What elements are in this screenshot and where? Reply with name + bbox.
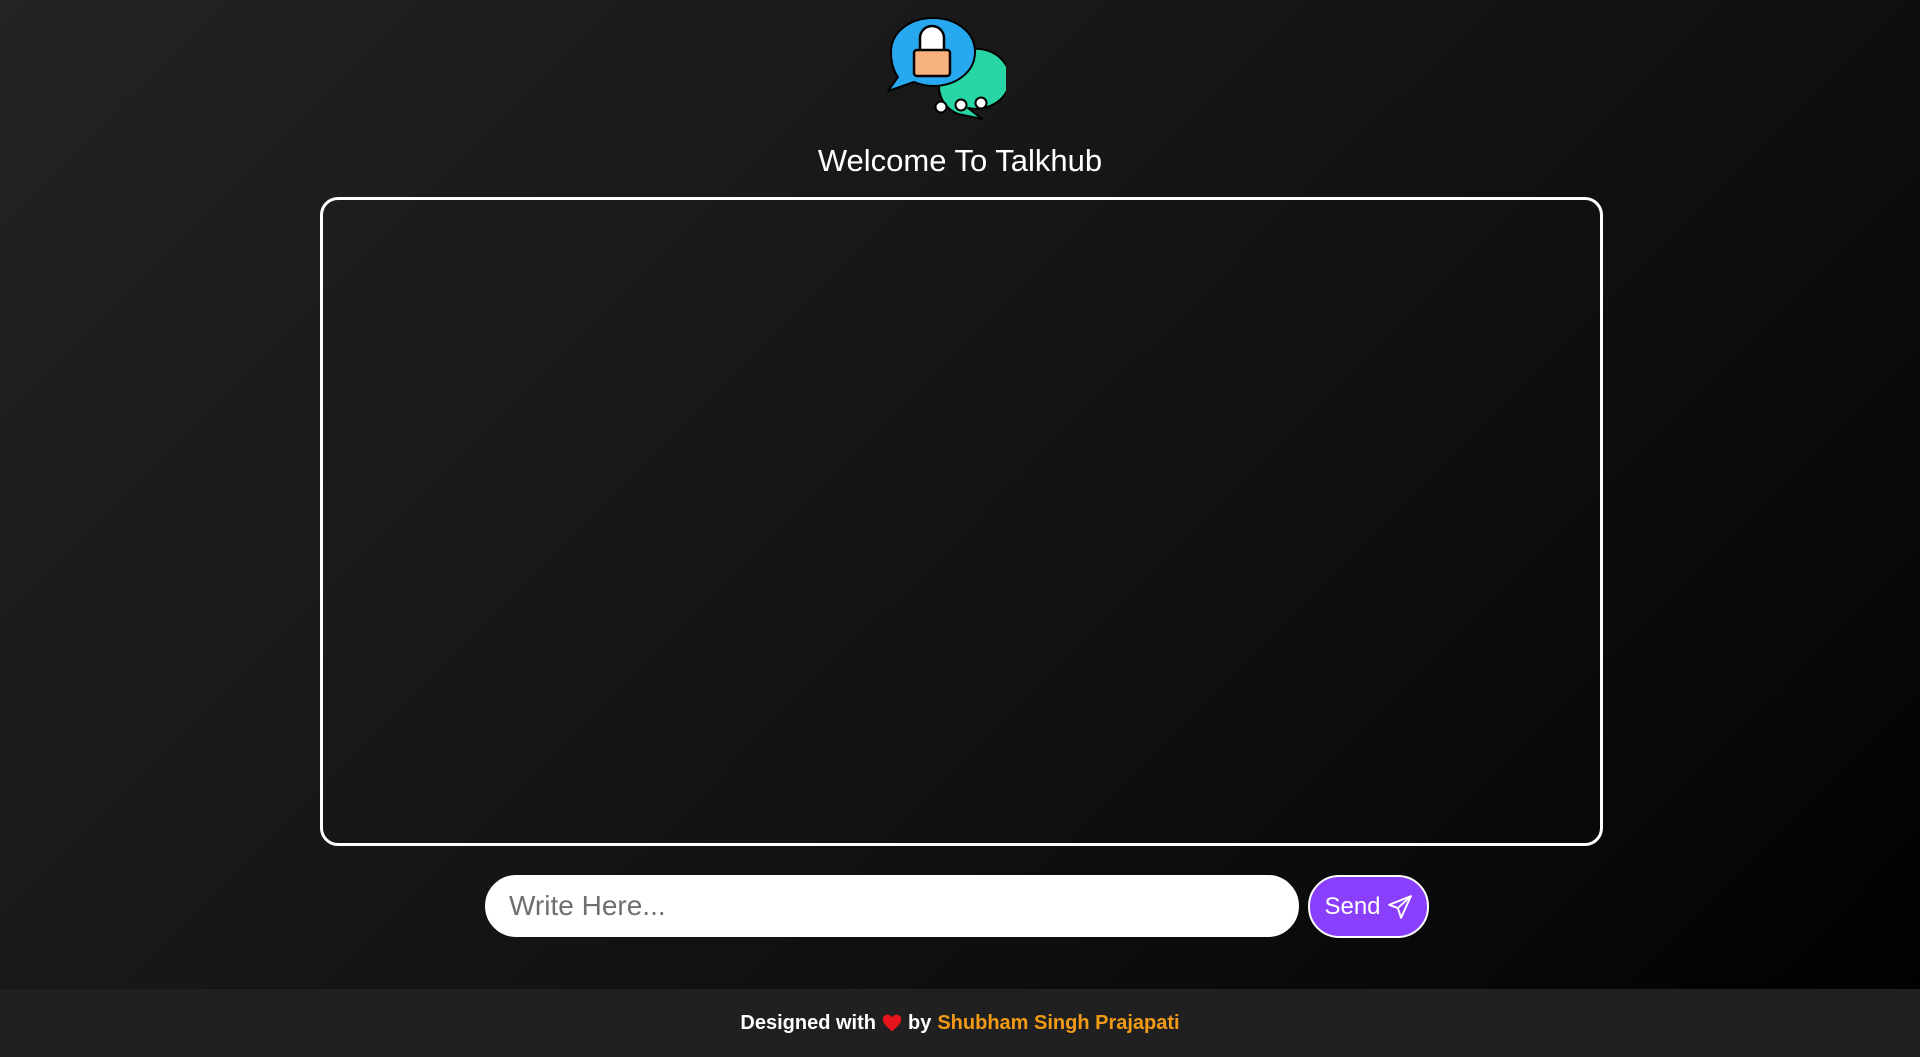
talkhub-logo-icon [887, 17, 1006, 120]
paper-plane-icon [1387, 894, 1412, 919]
heart-icon [882, 1014, 902, 1032]
send-button[interactable]: Send [1308, 875, 1429, 938]
page-title: Welcome To Talkhub [817, 143, 1103, 178]
footer-by: by [907, 1011, 932, 1034]
footer: Designed with by Shubham Singh Prajapati [0, 989, 1920, 1057]
send-button-label: Send [1324, 892, 1381, 920]
chat-messages-area[interactable] [320, 197, 1603, 846]
footer-prefix: Designed with [740, 1011, 876, 1034]
message-input[interactable] [485, 875, 1299, 937]
author-link[interactable]: Shubham Singh Prajapati [937, 1012, 1179, 1035]
